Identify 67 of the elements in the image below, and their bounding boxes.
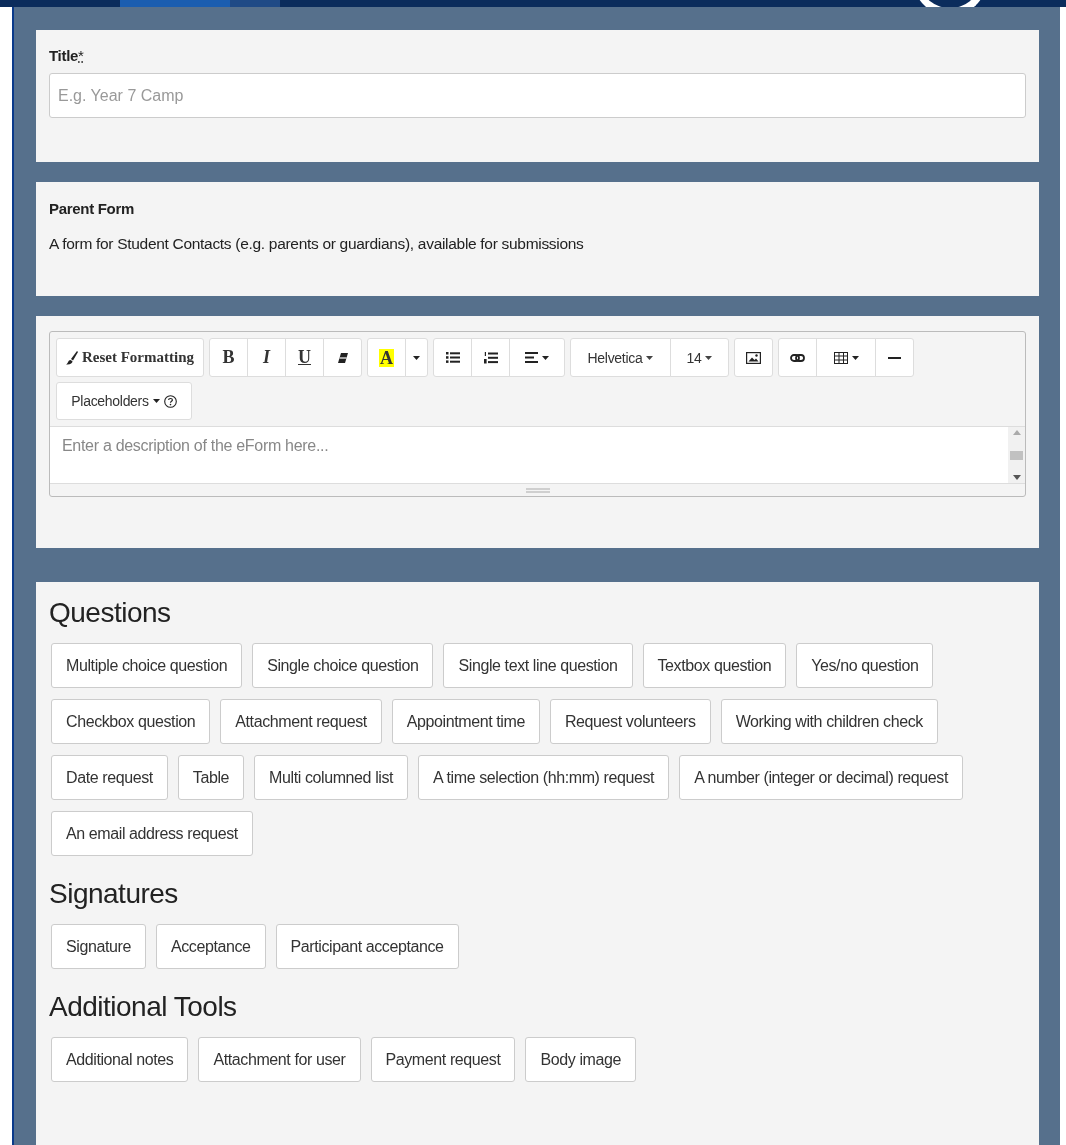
add-item-button[interactable]: An email address request	[51, 811, 253, 856]
section-heading: Additional Tools	[49, 991, 238, 1023]
font-family-dropdown[interactable]: Helvetica	[570, 338, 671, 377]
add-item-button[interactable]: Date request	[51, 755, 168, 800]
add-item-button[interactable]: Appointment time	[391, 699, 540, 744]
add-item-button[interactable]: Yes/no question	[796, 643, 934, 688]
add-item-button[interactable]: Participant acceptance	[275, 924, 459, 969]
link-icon	[790, 353, 805, 362]
add-item-button[interactable]: Payment request	[370, 1037, 516, 1082]
add-item-button[interactable]: Table	[177, 755, 245, 800]
caret-icon	[851, 355, 859, 360]
add-item-button[interactable]: Attachment request	[220, 699, 382, 744]
caret-icon	[413, 355, 420, 360]
eraser-button[interactable]	[323, 338, 362, 377]
caret-icon	[646, 355, 654, 360]
section-heading: Questions	[49, 597, 172, 629]
add-item-button[interactable]: Textbox question	[642, 643, 787, 688]
add-item-button[interactable]: Body image	[525, 1037, 636, 1082]
color-dropdown-button[interactable]	[405, 338, 428, 377]
add-item-button[interactable]: Working with children check	[720, 699, 938, 744]
eraser-icon	[336, 351, 349, 364]
required-mark: *	[78, 47, 84, 64]
highlight-color-button[interactable]: A	[367, 338, 406, 377]
add-item-button[interactable]: Single choice question	[252, 643, 434, 688]
numbered-list-button[interactable]	[471, 338, 510, 377]
table-dropdown-button[interactable]	[816, 338, 876, 377]
section-heading: Signatures	[49, 878, 179, 910]
align-dropdown-button[interactable]	[509, 338, 565, 377]
add-item-button[interactable]: Acceptance	[155, 924, 266, 969]
numbered-list-icon	[483, 351, 498, 364]
add-item-button[interactable]: A time selection (hh:mm) request	[418, 755, 670, 800]
add-item-button[interactable]: Checkbox question	[51, 699, 211, 744]
help-icon	[163, 394, 177, 408]
add-item-button[interactable]: Single text line question	[443, 643, 633, 688]
horizontal-rule-icon	[888, 356, 901, 359]
align-left-icon	[525, 352, 538, 363]
scrollbar-thumb[interactable]	[1010, 450, 1023, 460]
add-item-button[interactable]: Additional notes	[51, 1037, 189, 1082]
field-label: Title	[49, 47, 79, 64]
bullet-list-button[interactable]	[433, 338, 472, 377]
add-item-button[interactable]: Request volunteers	[549, 699, 711, 744]
form-type-description: A form for Student Contacts (e.g. parents or guardians), available for submissions	[49, 235, 585, 253]
font-size-dropdown[interactable]: 14	[670, 338, 729, 377]
resize-handle-icon[interactable]	[525, 487, 550, 493]
italic-button[interactable]: I	[247, 338, 286, 377]
reset-formatting-button[interactable]: Reset Formatting	[56, 338, 204, 377]
insert-link-button[interactable]	[778, 338, 817, 377]
add-item-button[interactable]: Multi columned list	[254, 755, 409, 800]
insert-image-button[interactable]	[734, 338, 773, 377]
bullet-list-icon	[445, 352, 460, 363]
add-item-button[interactable]: A number (integer or decimal) request	[679, 755, 963, 800]
image-icon	[746, 351, 761, 364]
caret-icon	[152, 399, 160, 403]
caret-icon	[705, 355, 713, 360]
form-type-heading: Parent Form	[49, 200, 136, 217]
placeholders-dropdown[interactable]: Placeholders	[56, 382, 192, 420]
add-item-button[interactable]: Attachment for user	[198, 1037, 361, 1082]
caret-icon	[542, 355, 549, 360]
brush-icon	[65, 350, 78, 365]
scrollbar[interactable]	[1008, 427, 1025, 483]
underline-button[interactable]: U	[285, 338, 324, 377]
table-grid-icon	[833, 351, 848, 364]
title-input-field[interactable]: E.g. Year 7 Camp	[49, 73, 1026, 118]
add-item-button[interactable]: Signature	[51, 924, 146, 969]
bold-button[interactable]: B	[209, 338, 248, 377]
add-item-button[interactable]: Multiple choice question	[51, 643, 243, 688]
scroll-down-icon[interactable]	[1012, 475, 1021, 480]
